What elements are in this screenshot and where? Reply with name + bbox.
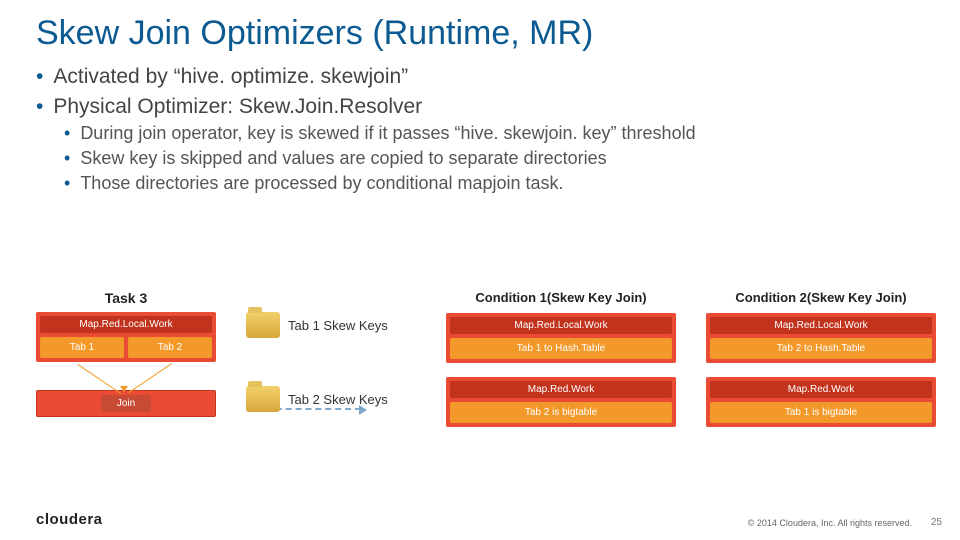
cond2-title: Condition 2(Skew Key Join) bbox=[706, 290, 936, 305]
cond2-mrw: Map.Red.Work bbox=[710, 381, 932, 398]
folder-icon bbox=[246, 386, 280, 412]
folder-1-label: Tab 1 Skew Keys bbox=[288, 318, 388, 333]
main-bullets: •Activated by “hive. optimize. skewjoin”… bbox=[0, 53, 960, 194]
cloudera-logo: cloudera bbox=[36, 511, 103, 528]
cond2-hash: Tab 2 to Hash.Table bbox=[710, 338, 932, 359]
diagram-area: Task 3 Map.Red.Local.Work Tab 1 Tab 2 Jo… bbox=[36, 290, 936, 510]
subbullet-3: Those directories are processed by condi… bbox=[80, 173, 563, 194]
cond1-title: Condition 1(Skew Key Join) bbox=[446, 290, 676, 305]
bullet-1: Activated by “hive. optimize. skewjoin” bbox=[53, 65, 408, 89]
folder-2-label: Tab 2 Skew Keys bbox=[288, 392, 388, 407]
task3-join: Join bbox=[101, 395, 151, 412]
subbullet-2: Skew key is skipped and values are copie… bbox=[80, 148, 606, 169]
page-number: 25 bbox=[931, 517, 942, 528]
subbullet-1: During join operator, key is skewed if i… bbox=[80, 123, 695, 144]
copyright-text: © 2014 Cloudera, Inc. All rights reserve… bbox=[748, 518, 912, 528]
task3-tab1: Tab 1 bbox=[40, 337, 124, 358]
task3-tab2: Tab 2 bbox=[128, 337, 212, 358]
task3-mrlocal: Map.Red.Local.Work bbox=[40, 316, 212, 333]
task3-block: Task 3 Map.Red.Local.Work Tab 1 Tab 2 Jo… bbox=[36, 290, 216, 417]
cond1-mrw: Map.Red.Work bbox=[450, 381, 672, 398]
task3-card: Map.Red.Local.Work Tab 1 Tab 2 bbox=[36, 312, 216, 362]
bullet-2: Physical Optimizer: Skew.Join.Resolver bbox=[53, 95, 422, 119]
cond1-hash: Tab 1 to Hash.Table bbox=[450, 338, 672, 359]
condition2-block: Condition 2(Skew Key Join) Map.Red.Local… bbox=[706, 290, 936, 437]
cond2-big: Tab 1 is bigtable bbox=[710, 402, 932, 423]
cond2-mrlocal: Map.Red.Local.Work bbox=[710, 317, 932, 334]
task3-title: Task 3 bbox=[36, 290, 216, 306]
folder-icon bbox=[246, 312, 280, 338]
condition1-block: Condition 1(Skew Key Join) Map.Red.Local… bbox=[446, 290, 676, 437]
folders-col: Tab 1 Skew Keys Tab 2 Skew Keys bbox=[246, 312, 446, 460]
task3-join-card: Join bbox=[36, 390, 216, 417]
cond1-big: Tab 2 is bigtable bbox=[450, 402, 672, 423]
cond1-mrlocal: Map.Red.Local.Work bbox=[450, 317, 672, 334]
slide-title: Skew Join Optimizers (Runtime, MR) bbox=[0, 0, 960, 53]
